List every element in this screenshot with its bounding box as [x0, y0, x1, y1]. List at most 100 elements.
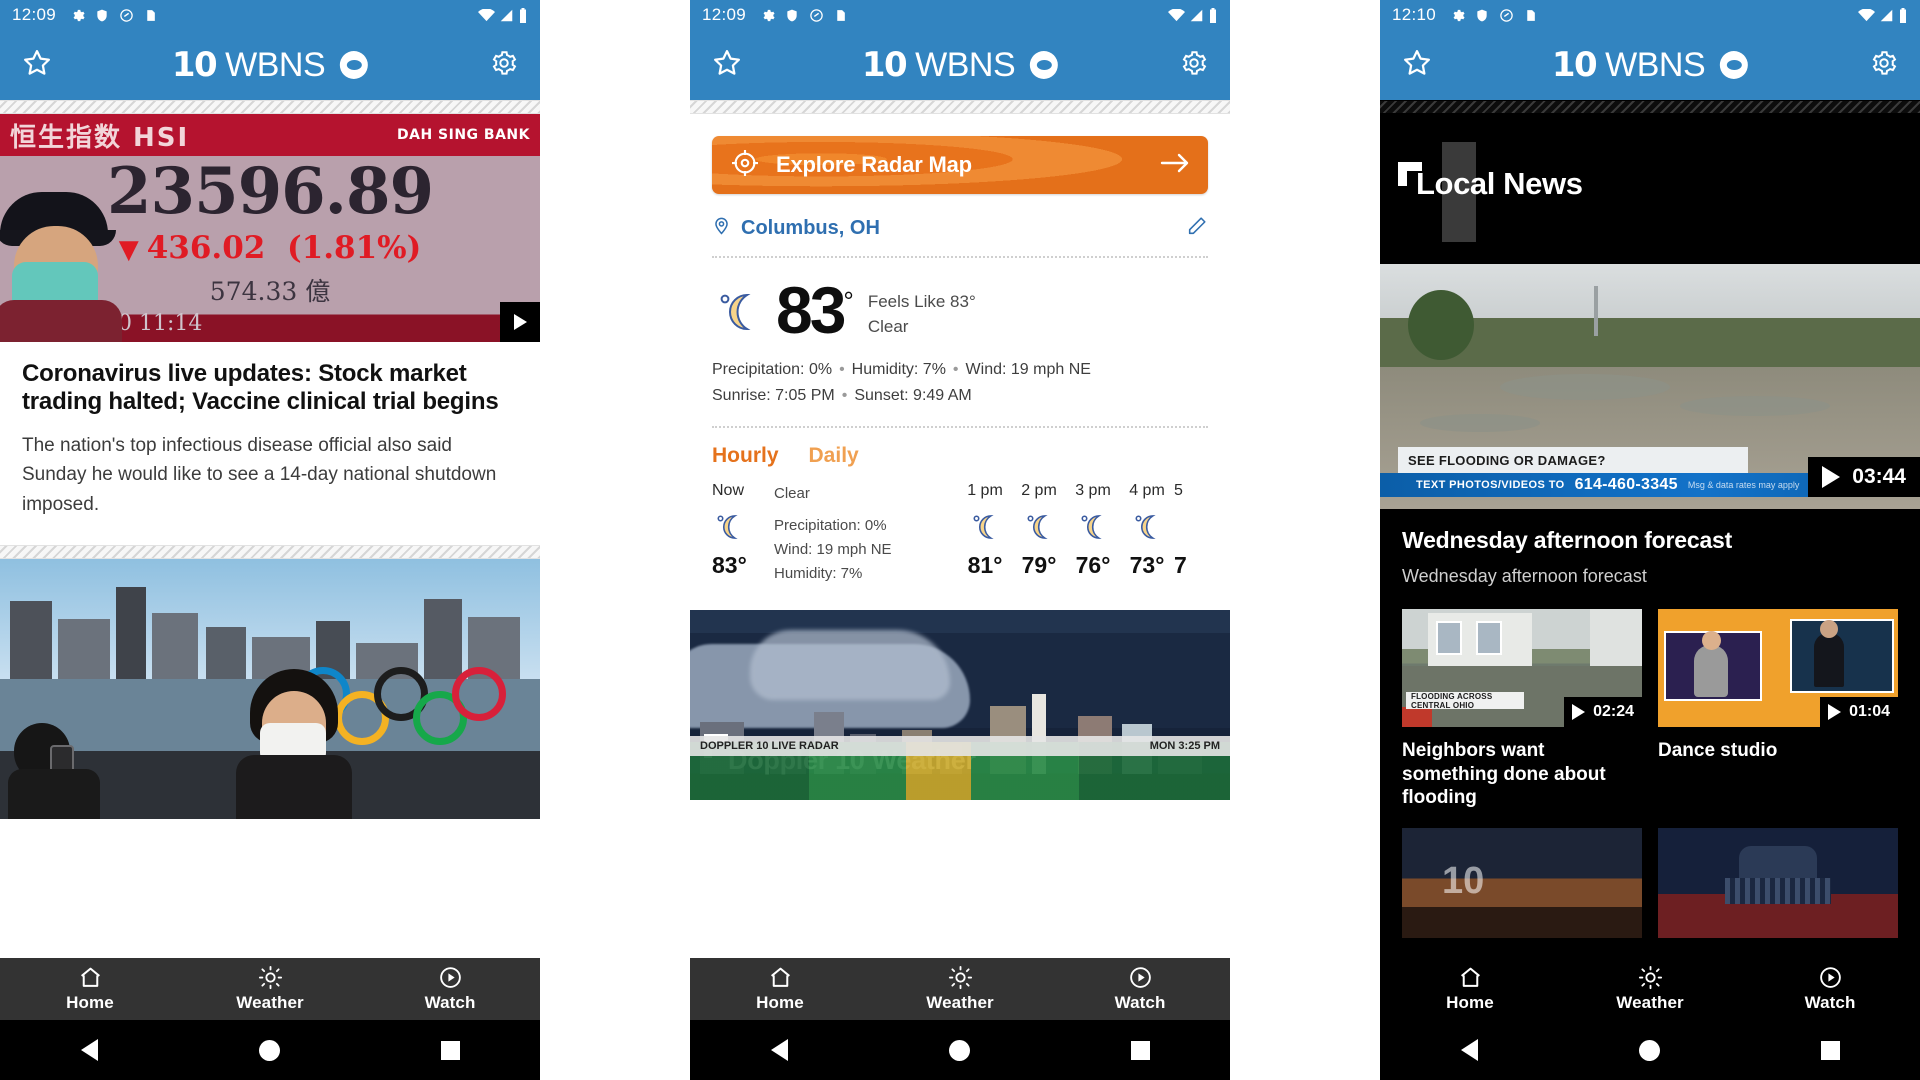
hour-time: 1 pm: [967, 481, 1003, 499]
doppler-weather-card[interactable]: Doppler 10 Weather DOPPLER 10 LIVE RADAR…: [690, 609, 1230, 800]
weather-scroll-area[interactable]: Explore Radar Map Columbus, OH 83° Feels…: [690, 114, 1230, 1080]
local-news-scroll-area[interactable]: Local News SEE FLOODING OR DAMAGE? TEXT …: [1380, 114, 1920, 1080]
feed-scroll-area[interactable]: 恒生指数 HSI DAH SING BANK 23596.89 ▼ 436.02 …: [0, 114, 540, 1080]
tab-home[interactable]: Home: [1380, 965, 1560, 1013]
gear-icon[interactable]: [1870, 49, 1898, 82]
ticker-index-label: 恒生指数 HSI: [10, 122, 190, 153]
radar-label-left: DOPPLER 10 LIVE RADAR: [700, 739, 839, 752]
featured-video-thumbnail[interactable]: SEE FLOODING OR DAMAGE? TEXT PHOTOS/VIDE…: [1380, 264, 1920, 509]
radar-label-right: MON 3:25 PM: [1149, 739, 1220, 752]
hour-now-humidity: Humidity: 7%: [774, 564, 863, 582]
do-not-disturb-icon: [809, 8, 824, 23]
featured-story-text[interactable]: Wednesday afternoon forecast Wednesday a…: [1380, 509, 1920, 603]
wifi-icon: [478, 8, 495, 22]
tab-home[interactable]: Home: [0, 965, 180, 1013]
ticker-change-percent: (1.81%): [286, 230, 422, 266]
humidity-stat: Humidity: 7%: [851, 360, 946, 378]
video-card-title: Dance studio: [1658, 740, 1778, 761]
star-outline-icon[interactable]: [1402, 48, 1432, 83]
featured-duration-badge[interactable]: 03:44: [1808, 457, 1920, 497]
cbs-eye-icon: [1030, 51, 1059, 79]
app-logo: 10 WBNS: [172, 45, 369, 85]
nav-home-icon[interactable]: [258, 1039, 280, 1061]
hour-now-condition: Clear: [774, 484, 810, 502]
hour-temp: 7: [1174, 551, 1187, 578]
tab-watch-label: Watch: [1114, 993, 1166, 1012]
video-card-caption: FLOODING ACROSS CENTRAL OHIO: [1406, 692, 1524, 710]
battery-icon: [1898, 7, 1908, 23]
article-card[interactable]: Coronavirus live updates: Stock market t…: [0, 342, 540, 545]
sunrise-stat: Sunrise: 7:05 PM: [712, 387, 835, 405]
play-triangle-icon: [1822, 466, 1841, 488]
hour-time: 3 pm: [1075, 481, 1111, 499]
hour-col: 2 pm 79°: [1012, 482, 1066, 579]
video-card-thumbnail[interactable]: 10: [1402, 827, 1642, 938]
tab-watch[interactable]: Watch: [1050, 965, 1230, 1013]
tab-daily[interactable]: Daily: [809, 444, 859, 468]
sd-card-icon: [834, 8, 847, 23]
nav-back-icon[interactable]: [80, 1039, 98, 1061]
nav-back-icon[interactable]: [1460, 1039, 1478, 1061]
gear-icon[interactable]: [1180, 49, 1208, 82]
section-divider: [1380, 100, 1920, 114]
hour-now-details: Clear Precipitation: 0% Wind: 19 mph NE …: [774, 482, 892, 586]
hour-temp: 81°: [967, 551, 1003, 578]
app-bar: 10 WBNS: [1380, 30, 1920, 100]
video-card[interactable]: FLOODING ACROSS CENTRAL OHIO 02:24 Neigh…: [1402, 609, 1642, 810]
nav-recents-icon[interactable]: [1820, 1040, 1840, 1060]
tab-weather[interactable]: Weather: [1560, 965, 1740, 1013]
nav-recents-icon[interactable]: [1130, 1040, 1150, 1060]
app-logo: 10 WBNS: [862, 45, 1059, 85]
pencil-edit-icon[interactable]: [1186, 215, 1208, 242]
video-card-thumbnail[interactable]: [1658, 827, 1898, 938]
sd-card-icon: [1524, 8, 1537, 23]
tab-weather[interactable]: Weather: [870, 965, 1050, 1013]
shield-icon: [785, 8, 799, 23]
sd-card-icon: [144, 8, 157, 23]
tab-watch[interactable]: Watch: [360, 965, 540, 1013]
tab-weather[interactable]: Weather: [180, 965, 360, 1013]
nav-home-icon[interactable]: [948, 1039, 970, 1061]
moon-clear-icon: [1174, 510, 1208, 544]
moon-clear-icon: [968, 510, 1002, 544]
ticker-change-value: 436.02: [146, 230, 266, 266]
hourly-forecast-strip[interactable]: Now 83° Clear Precipitation: 0% Wind: 19…: [690, 474, 1230, 586]
status-bar-clock: 12:09: [702, 5, 747, 24]
tab-home[interactable]: Home: [690, 965, 870, 1013]
app-bar: 10 WBNS: [0, 30, 540, 100]
hour-col: 4 pm 73°: [1120, 482, 1174, 579]
home-icon: [77, 965, 104, 990]
section-divider-2: [0, 544, 540, 559]
local-news-header: Local News: [1380, 114, 1920, 264]
nav-home-icon[interactable]: [1638, 1039, 1660, 1061]
arrow-right-icon: [1160, 152, 1190, 179]
star-outline-icon[interactable]: [712, 48, 742, 83]
tab-hourly[interactable]: Hourly: [712, 444, 779, 468]
location-row[interactable]: Columbus, OH: [690, 194, 1230, 256]
video-card[interactable]: 01:04 Dance studio: [1658, 609, 1898, 810]
gear-icon[interactable]: [490, 49, 518, 82]
play-triangle-icon: [1828, 704, 1842, 720]
forecast-tabs: Hourly Daily: [690, 428, 1230, 474]
video-card-duration-badge: 01:04: [1820, 697, 1898, 727]
current-conditions-sub: Feels Like 83° Clear: [868, 290, 976, 339]
home-icon: [767, 965, 794, 990]
play-triangle-icon[interactable]: [500, 302, 540, 342]
nav-back-icon[interactable]: [770, 1039, 788, 1061]
status-bar: 12:10: [1380, 0, 1920, 30]
featured-duration: 03:44: [1852, 465, 1906, 488]
explore-radar-map-button[interactable]: Explore Radar Map: [712, 136, 1208, 194]
cellular-signal-icon: [499, 9, 514, 22]
nav-recents-icon[interactable]: [440, 1040, 460, 1060]
featured-overlay-fineprint: Msg & data rates may apply: [1687, 480, 1800, 490]
video-card-thumbnail: 01:04: [1658, 609, 1898, 727]
play-circle-icon: [1127, 965, 1154, 990]
featured-subtitle: Wednesday afternoon forecast: [1402, 566, 1647, 586]
star-outline-icon[interactable]: [22, 48, 52, 83]
hero-video-thumbnail[interactable]: 恒生指数 HSI DAH SING BANK 23596.89 ▼ 436.02 …: [0, 114, 540, 342]
status-bar: 12:09: [0, 0, 540, 30]
hour-col: 1 pm 81°: [958, 482, 1012, 579]
moon-clear-icon: [1076, 510, 1110, 544]
tab-watch[interactable]: Watch: [1740, 965, 1920, 1013]
ticker-timestamp: 0 11:14: [118, 311, 203, 336]
